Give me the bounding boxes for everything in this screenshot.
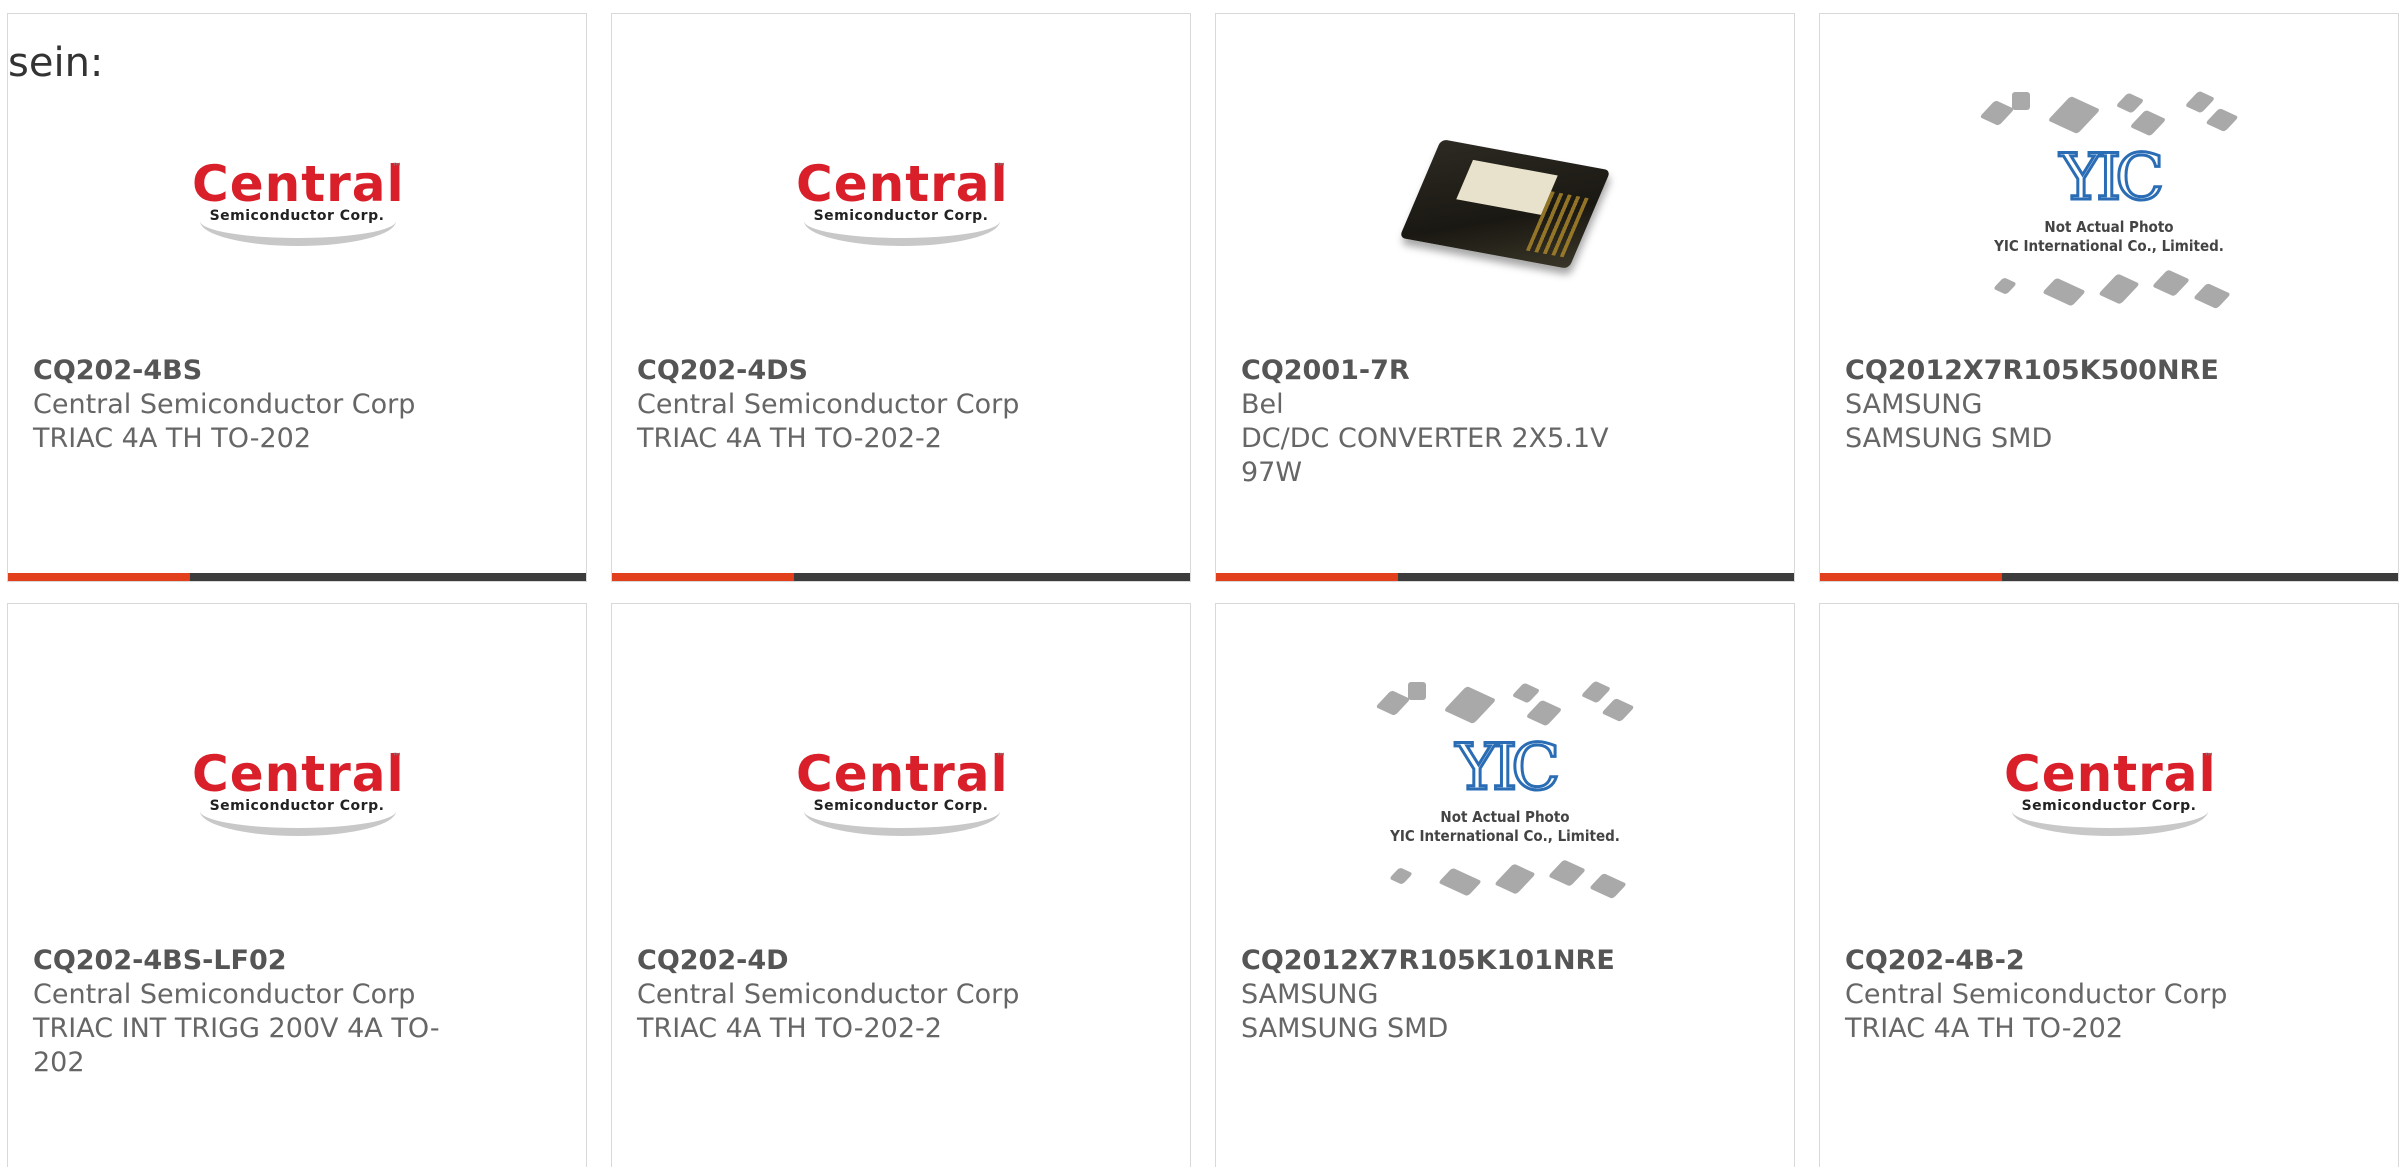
manufacturer: Central Semiconductor Corp xyxy=(1845,979,2228,1010)
central-semiconductor-logo: Central ™ Semiconductor Corp. xyxy=(192,156,404,252)
product-card[interactable]: YIC Not Actual Photo YIC International Co… xyxy=(1819,13,2399,582)
product-image[interactable]: Central ™ Semiconductor Corp. xyxy=(612,54,1190,354)
product-image[interactable]: Central ™ Semiconductor Corp. xyxy=(8,54,586,354)
central-semiconductor-logo: Central ™ Semiconductor Corp. xyxy=(2004,746,2216,842)
product-card[interactable]: Central ™ Semiconductor Corp. CQ202-4D C… xyxy=(611,603,1191,1167)
manufacturer: Central Semiconductor Corp xyxy=(637,389,1020,420)
part-number-link[interactable]: CQ202-4BS xyxy=(33,354,446,388)
part-number-link[interactable]: CQ202-4DS xyxy=(637,354,1050,388)
product-image[interactable] xyxy=(1216,54,1794,354)
description: TRIAC 4A TH TO-202-2 xyxy=(637,423,942,454)
central-semiconductor-logo: Central ™ Semiconductor Corp. xyxy=(192,746,404,842)
manufacturer: SAMSUNG xyxy=(1241,979,1379,1010)
product-card[interactable]: YIC Not Actual Photo YIC International Co… xyxy=(1215,603,1795,1167)
part-number-link[interactable]: CQ202-4BS-LF02 xyxy=(33,944,446,978)
description: SAMSUNG SMD xyxy=(1845,423,2053,454)
manufacturer: Central Semiconductor Corp xyxy=(637,979,1020,1010)
product-grid: Central ™ Semiconductor Corp. CQ202-4BS … xyxy=(0,0,2400,1167)
product-image[interactable]: YIC Not Actual Photo YIC International Co… xyxy=(1216,644,1794,944)
product-card[interactable]: CQ2001-7R Bel DC/DC CONVERTER 2X5.1V 97W xyxy=(1215,13,1795,582)
description: DC/DC CONVERTER 2X5.1V 97W xyxy=(1241,423,1609,488)
description: SAMSUNG SMD xyxy=(1241,1013,1449,1044)
product-card[interactable]: Central ™ Semiconductor Corp. CQ202-4BS … xyxy=(7,13,587,582)
card-bar xyxy=(612,573,1190,581)
description: TRIAC INT TRIGG 200V 4A TO-202 xyxy=(33,1013,440,1078)
part-number-link[interactable]: CQ202-4D xyxy=(637,944,1050,978)
central-semiconductor-logo: Central ™ Semiconductor Corp. xyxy=(796,746,1008,842)
product-card[interactable]: Central ™ Semiconductor Corp. CQ202-4B-2… xyxy=(1819,603,2399,1167)
lead-text: sein: xyxy=(8,40,104,86)
description: TRIAC 4A TH TO-202 xyxy=(1845,1013,2124,1044)
description: TRIAC 4A TH TO-202-2 xyxy=(637,1013,942,1044)
part-number-link[interactable]: CQ2012X7R105K101NRE xyxy=(1241,944,1654,978)
manufacturer: Central Semiconductor Corp xyxy=(33,979,416,1010)
manufacturer: Bel xyxy=(1241,389,1284,420)
product-image[interactable]: Central ™ Semiconductor Corp. xyxy=(1820,644,2398,944)
product-image[interactable]: Central ™ Semiconductor Corp. xyxy=(8,644,586,944)
manufacturer: Central Semiconductor Corp xyxy=(33,389,416,420)
central-semiconductor-logo: Central ™ Semiconductor Corp. xyxy=(796,156,1008,252)
part-number-link[interactable]: CQ202-4B-2 xyxy=(1845,944,2258,978)
part-number-link[interactable]: CQ2001-7R xyxy=(1241,354,1654,388)
card-bar xyxy=(8,573,586,581)
description: TRIAC 4A TH TO-202 xyxy=(33,423,312,454)
part-number-link[interactable]: CQ2012X7R105K500NRE xyxy=(1845,354,2258,388)
product-image[interactable]: YIC Not Actual Photo YIC International Co… xyxy=(1820,54,2398,354)
product-card[interactable]: Central ™ Semiconductor Corp. CQ202-4DS … xyxy=(611,13,1191,582)
card-bar xyxy=(1216,573,1794,581)
product-image[interactable]: Central ™ Semiconductor Corp. xyxy=(612,644,1190,944)
dc-dc-converter-photo xyxy=(1399,104,1611,304)
yic-placeholder-image: YIC Not Actual Photo YIC International Co… xyxy=(1974,84,2244,324)
manufacturer: SAMSUNG xyxy=(1845,389,1983,420)
yic-placeholder-image: YIC Not Actual Photo YIC International Co… xyxy=(1370,674,1640,914)
product-card[interactable]: Central ™ Semiconductor Corp. CQ202-4BS-… xyxy=(7,603,587,1167)
card-bar xyxy=(1820,573,2398,581)
product-grid-page: sein: Central ™ Semiconductor Corp. CQ20… xyxy=(0,0,2400,1167)
